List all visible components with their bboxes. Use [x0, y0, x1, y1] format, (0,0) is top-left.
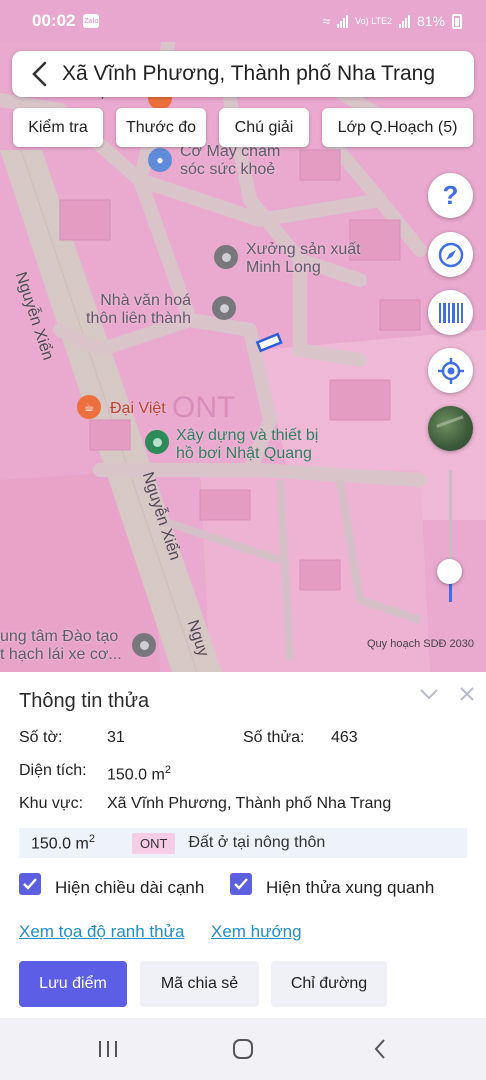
region-value: Xã Vĩnh Phương, Thành phố Nha Trang	[107, 795, 392, 812]
status-bar: 00:02 Zalo ≈ Vo) LTE2 81%	[0, 0, 486, 42]
poi-pin-icon[interactable]	[214, 245, 238, 269]
sheet-value: 31	[107, 729, 125, 746]
map-view[interactable]: ONT ● Cơ Máy chăm sóc sức khoẻ Xưởng sản…	[0, 0, 486, 672]
coffee-poi-icon[interactable]: ☕	[77, 395, 101, 419]
poi-workshop-label: Xưởng sản xuất Minh Long	[246, 241, 361, 276]
poi-pin-icon[interactable]	[212, 296, 236, 320]
signal-icon	[398, 14, 410, 28]
parcel-label: Số thửa:	[243, 729, 305, 746]
my-location-icon[interactable]	[428, 348, 473, 393]
location-title: Xã Vĩnh Phương, Thành phố Nha Trang	[62, 62, 436, 85]
panel-title: Thông tin thửa	[19, 690, 150, 712]
satellite-layer-toggle[interactable]	[428, 406, 473, 451]
region-label: Khu vực:	[19, 795, 84, 812]
show-neighbors-label[interactable]: Hiện thửa xung quanh	[266, 878, 434, 898]
barcode-icon[interactable]	[428, 290, 473, 335]
save-point-button[interactable]: Lưu điểm	[19, 961, 127, 1007]
signal-icon	[337, 14, 349, 28]
land-use-description: Đất ở tại nông thôn	[188, 834, 326, 851]
poi-pin-icon[interactable]	[145, 430, 169, 454]
poi-training-label: ung tâm Đào tạo t hạch lái xe cơ...	[0, 628, 122, 663]
show-neighbors-checkbox[interactable]	[230, 873, 252, 895]
location-header: Xã Vĩnh Phương, Thành phố Nha Trang	[12, 51, 474, 97]
lock-poi-icon[interactable]: ●	[148, 148, 172, 172]
planning-layers-button[interactable]: Lớp Q.Hoạch (5)	[322, 108, 473, 147]
land-use-code-badge: ONT	[132, 832, 176, 854]
compass-icon[interactable]	[428, 232, 473, 277]
area-label: Diện tích:	[19, 762, 87, 779]
view-direction-link[interactable]: Xem hướng	[211, 922, 302, 942]
poi-pin-icon[interactable]	[132, 633, 156, 657]
battery-icon	[452, 13, 462, 29]
wifi-icon: ≈	[322, 13, 331, 29]
measure-button[interactable]: Thước đo	[116, 108, 206, 147]
poi-care-label: Cơ Máy chăm sóc sức khoẻ	[180, 143, 281, 178]
land-use-row: 150.0 m2 ONT Đất ở tại nông thôn	[19, 828, 467, 858]
back-icon[interactable]	[366, 1036, 394, 1062]
map-attribution: Quy hoạch SDĐ 2030	[366, 638, 474, 650]
poi-culture-house-label: Nhà văn hoá thôn liên thành	[86, 292, 191, 327]
parcel-value: 463	[331, 729, 358, 746]
share-code-button[interactable]: Mã chia sẻ	[140, 961, 259, 1007]
network-label: Vo) LTE2	[355, 15, 392, 26]
poi-dai-viet-label: Đại Việt	[110, 400, 166, 417]
recent-apps-icon[interactable]	[94, 1036, 122, 1062]
legend-button[interactable]: Chú giải	[219, 108, 309, 147]
close-icon[interactable]	[457, 684, 477, 704]
home-icon[interactable]	[229, 1036, 257, 1062]
view-boundary-coords-link[interactable]: Xem tọa độ ranh thửa	[19, 922, 184, 942]
show-edge-length-label[interactable]: Hiện chiều dài cạnh	[55, 878, 204, 898]
map-roads	[0, 0, 486, 672]
back-arrow-icon[interactable]	[24, 59, 54, 89]
status-time: 00:02	[32, 11, 76, 30]
zone-code-label: ONT	[172, 391, 236, 424]
land-use-area: 150.0 m2	[31, 832, 95, 853]
parcel-info-panel: Thông tin thửa Số tờ: 31 Số thửa: 463 Di…	[0, 672, 486, 1018]
zalo-notification-icon: Zalo	[83, 14, 100, 28]
help-icon[interactable]: ?	[428, 173, 473, 218]
poi-pool-label: Xây dựng và thiết bị hồ bơi Nhật Quang	[176, 427, 319, 462]
sheet-label: Số tờ:	[19, 729, 63, 746]
battery-label: 81%	[416, 13, 445, 29]
layer-opacity-slider-thumb[interactable]	[437, 559, 462, 584]
show-edge-length-checkbox[interactable]	[19, 873, 41, 895]
area-value: 150.0 m2	[107, 764, 171, 784]
directions-button[interactable]: Chỉ đường	[271, 961, 387, 1007]
system-nav-bar	[0, 1018, 486, 1080]
chevron-down-icon[interactable]	[418, 684, 440, 704]
check-button[interactable]: Kiểm tra	[13, 108, 103, 147]
